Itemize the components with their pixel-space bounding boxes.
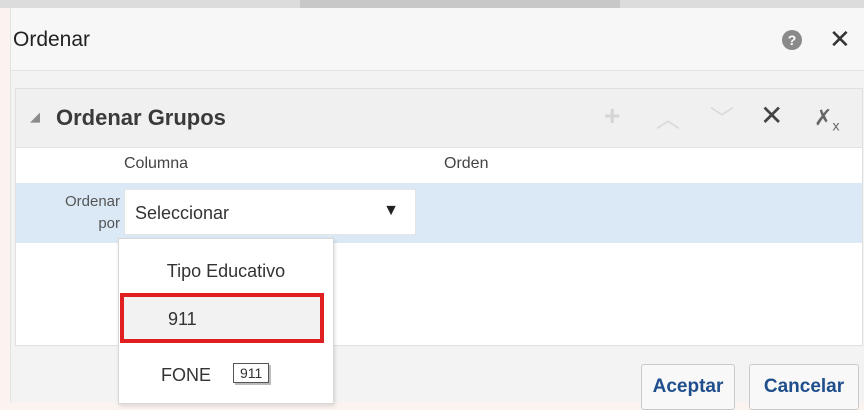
dropdown-option-911[interactable]: 911: [120, 293, 324, 343]
background-block: [300, 0, 620, 8]
select-value: Seleccionar: [135, 203, 230, 223]
column-dropdown-list: Tipo Educativo 911 FONE 911: [118, 238, 334, 404]
sort-row: Ordenar por Seleccionar ▼: [16, 183, 862, 243]
delete-all-icon[interactable]: ✗x: [814, 103, 839, 140]
help-icon[interactable]: ?: [782, 30, 802, 50]
dialog-title: Ordenar: [13, 28, 91, 51]
column-select[interactable]: Seleccionar ▼: [124, 189, 416, 235]
delete-icon[interactable]: ✕: [760, 101, 783, 131]
panel-header: ◢ Ordenar Grupos + ︿ ﹀ ✕ ✗x: [16, 89, 862, 148]
collapse-triangle-icon[interactable]: ◢: [30, 109, 40, 125]
close-icon[interactable]: ✕: [829, 24, 851, 54]
sort-by-label: Ordenar por: [64, 193, 120, 232]
drag-tooltip: 911: [233, 363, 270, 383]
dropdown-arrow-icon[interactable]: ▼: [383, 202, 399, 220]
dialog-titlebar: Ordenar ? ✕: [11, 8, 864, 71]
cancel-button[interactable]: Cancelar: [749, 364, 859, 410]
column-header-orden: Orden: [444, 155, 489, 172]
move-up-icon[interactable]: ︿: [656, 105, 680, 135]
dropdown-option-tipo-educativo[interactable]: Tipo Educativo: [119, 261, 333, 282]
move-down-icon[interactable]: ﹀: [710, 105, 734, 135]
panel-title: Ordenar Grupos: [56, 105, 226, 130]
column-header-columna: Columna: [124, 155, 189, 172]
add-icon[interactable]: +: [604, 101, 620, 131]
background-strip: [0, 0, 864, 8]
accept-button[interactable]: Aceptar: [641, 364, 735, 410]
